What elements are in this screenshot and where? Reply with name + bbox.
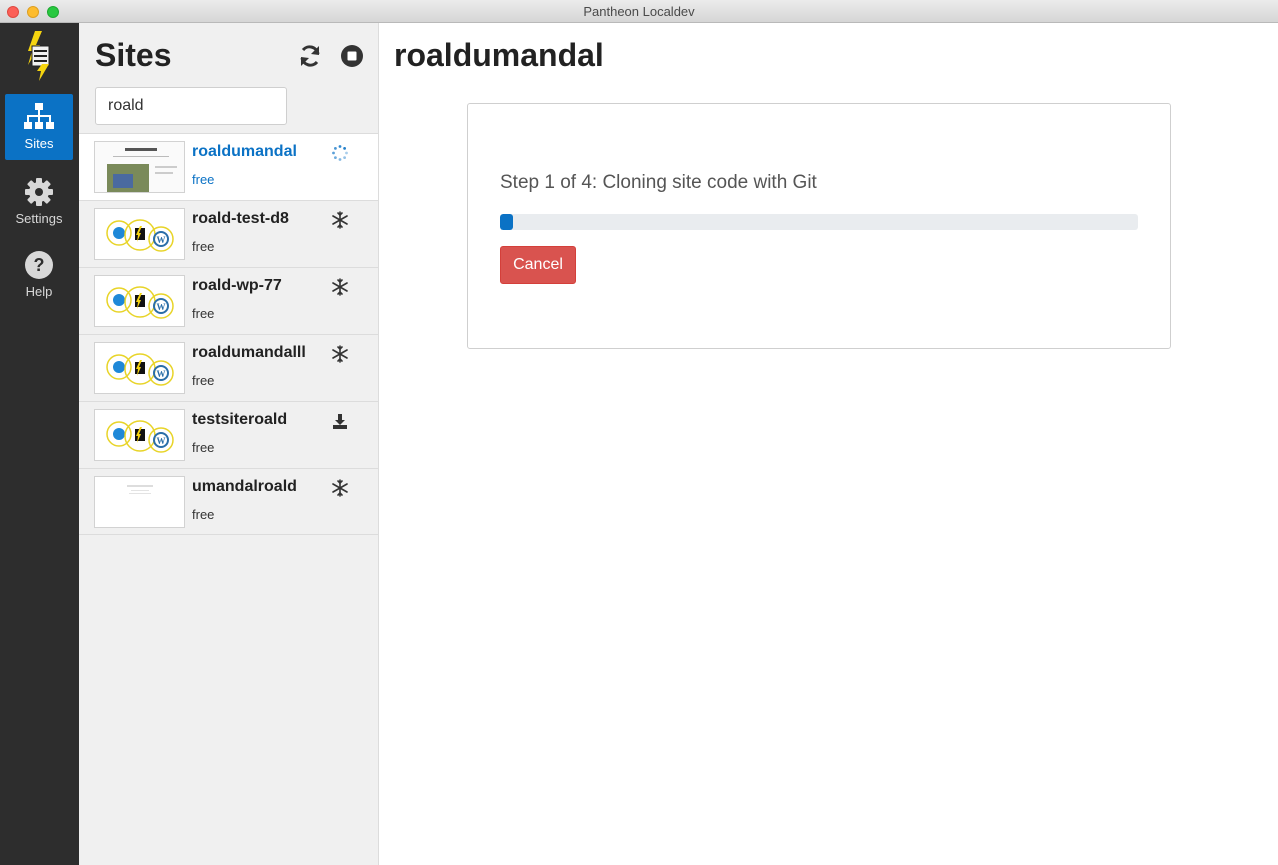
step-status-text: Step 1 of 4: Cloning site code with Git	[500, 172, 817, 193]
snowflake-icon	[331, 345, 349, 363]
title-bar: Pantheon Localdev	[0, 0, 1278, 23]
window-title: Pantheon Localdev	[583, 4, 695, 19]
clone-progress-card: Step 1 of 4: Cloning site code with Git …	[467, 103, 1171, 349]
snowflake-icon	[331, 211, 349, 229]
sites-panel-title: Sites	[95, 37, 172, 73]
site-list-item[interactable]: Wtestsiteroald free	[79, 401, 378, 468]
site-list-item[interactable]: roaldumandal free	[79, 133, 378, 200]
site-plan: free	[192, 373, 215, 388]
site-plan: free	[192, 239, 215, 254]
nav-rail: Sites Settings ? Help	[0, 23, 79, 865]
site-list-item[interactable]: Wroald-wp-77 free	[79, 267, 378, 334]
site-list-item[interactable]: Wroaldumandalll free	[79, 334, 378, 401]
site-name: roald-wp-77	[192, 277, 282, 294]
cancel-button[interactable]: Cancel	[500, 246, 576, 284]
site-list: roaldumandal free Wroald-test-d8 free Wroald…	[79, 133, 378, 535]
help-icon: ?	[25, 251, 53, 279]
snowflake-icon	[331, 479, 349, 497]
site-plan: free	[192, 172, 215, 187]
spinner-icon	[331, 144, 349, 162]
nav-help[interactable]: ? Help	[5, 242, 73, 308]
site-thumbnail: W	[94, 409, 185, 461]
download-icon[interactable]	[331, 412, 349, 430]
svg-text:W: W	[157, 302, 166, 312]
site-search-input[interactable]	[95, 87, 287, 125]
site-thumbnail	[94, 476, 185, 528]
site-plan: free	[192, 440, 215, 455]
refresh-icon[interactable]	[298, 44, 322, 68]
nav-settings[interactable]: Settings	[5, 169, 73, 235]
site-name: umandalroald	[192, 478, 297, 495]
page-title: roaldumandal	[394, 37, 604, 73]
site-list-item[interactable]: umandalroald free	[79, 468, 378, 535]
sitemap-icon	[24, 103, 54, 129]
site-list-item[interactable]: Wroald-test-d8 free	[79, 200, 378, 267]
nav-help-label: Help	[25, 284, 53, 299]
site-plan: free	[192, 306, 215, 321]
site-name: roaldumandal	[192, 143, 297, 160]
svg-text:?: ?	[34, 255, 45, 275]
nav-sites[interactable]: Sites	[5, 94, 73, 160]
app-window: Pantheon Localdev Sites Settings ? Help …	[0, 0, 1278, 865]
pantheon-logo-icon	[28, 31, 50, 81]
sites-panel: Sites roaldumandal free Wroald-test-d8 free…	[79, 23, 379, 865]
site-thumbnail: W	[94, 275, 185, 327]
svg-text:W: W	[157, 436, 166, 446]
site-thumbnail	[94, 141, 185, 193]
progress-bar-fill	[500, 214, 513, 230]
site-name: testsiteroald	[192, 411, 288, 428]
stop-icon[interactable]	[340, 44, 364, 68]
nav-settings-label: Settings	[15, 211, 63, 226]
nav-sites-label: Sites	[24, 136, 54, 151]
snowflake-icon	[331, 278, 349, 296]
main-content: roaldumandal Step 1 of 4: Cloning site c…	[379, 23, 1278, 865]
progress-bar	[500, 214, 1138, 230]
site-name: roaldumandalll	[192, 344, 306, 361]
svg-text:W: W	[157, 369, 166, 379]
site-plan: free	[192, 507, 215, 522]
site-thumbnail: W	[94, 342, 185, 394]
svg-text:W: W	[157, 235, 166, 245]
site-name: roald-test-d8	[192, 210, 289, 227]
site-thumbnail: W	[94, 208, 185, 260]
gear-icon	[25, 178, 53, 206]
